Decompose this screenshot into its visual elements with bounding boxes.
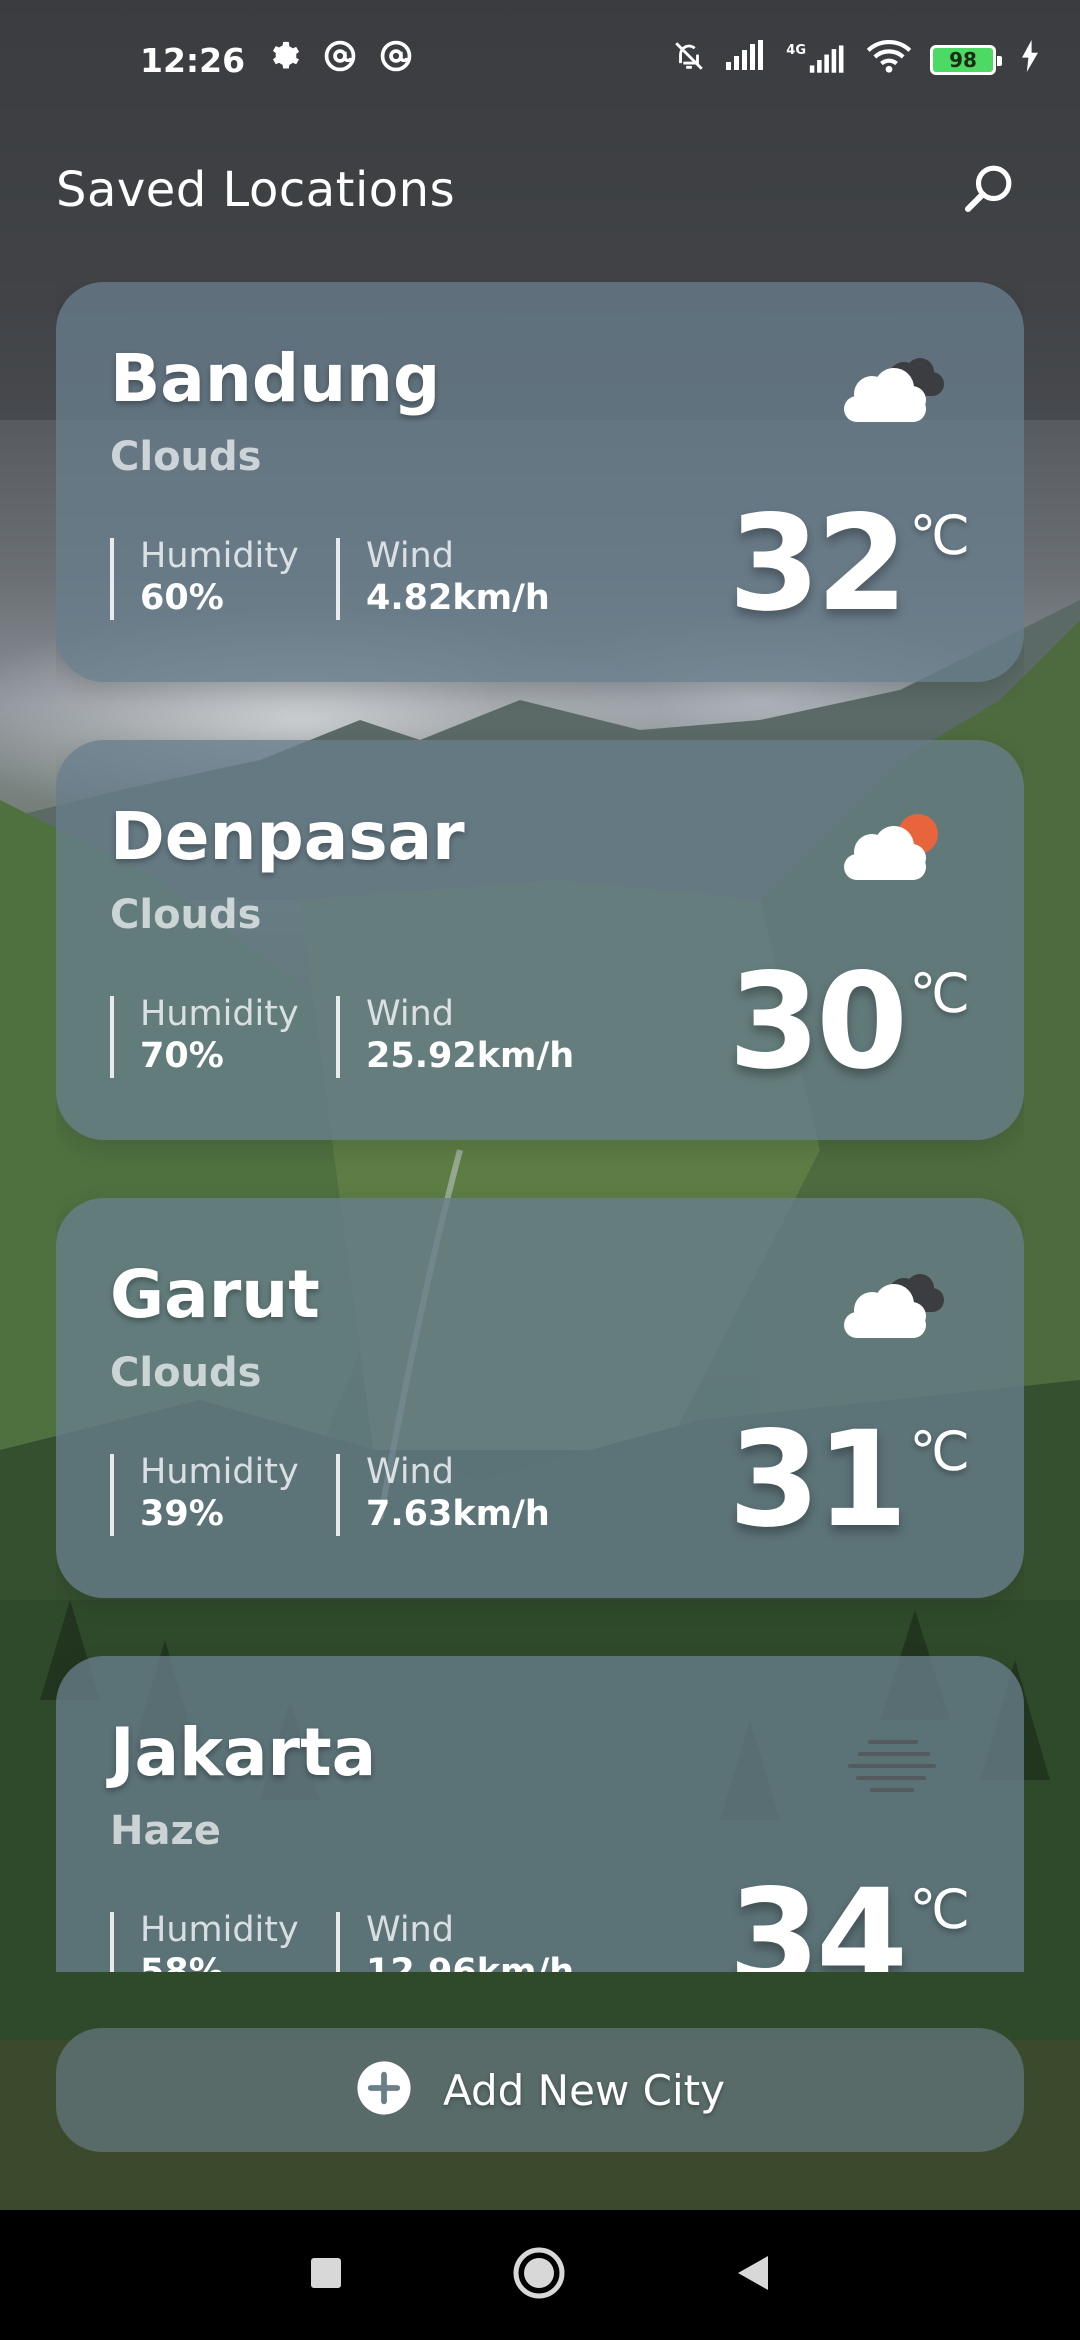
page-header: Saved Locations bbox=[56, 150, 1024, 230]
bell-off-icon bbox=[672, 39, 706, 81]
wind-label: Wind bbox=[366, 536, 454, 576]
humidity-label: Humidity bbox=[140, 1452, 299, 1492]
system-nav-bar bbox=[0, 2210, 1080, 2340]
signal-icon bbox=[724, 40, 768, 80]
wind-stat: Wind 7.63km/h bbox=[336, 1452, 550, 1536]
city-name: Jakarta bbox=[110, 1714, 377, 1791]
wind-label: Wind bbox=[366, 1452, 454, 1492]
temperature-unit: ℃ bbox=[909, 504, 970, 567]
weather-condition: Clouds bbox=[110, 434, 262, 480]
network-type-label: 4G bbox=[786, 43, 806, 58]
temperature-value: 32 bbox=[728, 487, 908, 641]
city-name: Garut bbox=[110, 1256, 320, 1333]
status-bar: 12:26 4G 98 bbox=[0, 0, 1080, 120]
humidity-value: 60% bbox=[140, 578, 224, 618]
at-sign-icon bbox=[379, 39, 413, 81]
at-sign-icon bbox=[323, 39, 357, 81]
wind-value: 12.96km/h bbox=[366, 1952, 575, 1972]
weather-condition: Clouds bbox=[110, 1350, 262, 1396]
wifi-icon bbox=[866, 39, 912, 81]
saved-locations-list[interactable]: Bandung Clouds Humidity 60% Wind 4.82km/h 32 ℃ D… bbox=[56, 282, 1024, 1972]
wind-value: 7.63km/h bbox=[366, 1494, 550, 1534]
status-time: 12:26 bbox=[140, 40, 246, 80]
wind-label: Wind bbox=[366, 1910, 454, 1950]
add-new-city-label: Add New City bbox=[443, 2065, 725, 2115]
recents-icon[interactable] bbox=[310, 2257, 342, 2293]
location-card[interactable]: Denpasar Clouds Humidity 70% Wind 25.92km/h 30… bbox=[56, 740, 1024, 1140]
temperature-value: 31 bbox=[728, 1403, 908, 1557]
city-name: Denpasar bbox=[110, 798, 465, 875]
charging-icon bbox=[1020, 40, 1040, 80]
humidity-label: Humidity bbox=[140, 1910, 299, 1950]
temperature-unit: ℃ bbox=[909, 962, 970, 1025]
clouds-icon bbox=[832, 1264, 952, 1348]
city-name: Bandung bbox=[110, 340, 441, 417]
wind-stat: Wind 12.96km/h bbox=[336, 1910, 575, 1972]
humidity-value: 70% bbox=[140, 1036, 224, 1076]
clouds-icon bbox=[832, 348, 952, 432]
humidity-stat: Humidity 60% bbox=[110, 536, 299, 620]
plus-circle-icon bbox=[355, 2059, 413, 2121]
temperature-value: 30 bbox=[728, 945, 908, 1099]
temperature-unit: ℃ bbox=[909, 1420, 970, 1483]
home-icon[interactable] bbox=[512, 2246, 566, 2304]
add-new-city-button[interactable]: Add New City bbox=[56, 2028, 1024, 2152]
humidity-stat: Humidity 39% bbox=[110, 1452, 299, 1536]
search-icon bbox=[961, 160, 1017, 220]
haze-icon bbox=[832, 1722, 952, 1806]
location-card[interactable]: Garut Clouds Humidity 39% Wind 7.63km/h 31 ℃ bbox=[56, 1198, 1024, 1598]
wind-stat: Wind 4.82km/h bbox=[336, 536, 550, 620]
location-card[interactable]: Jakarta Haze Humidity 58% Wind 12.96km/h 34 ℃ bbox=[56, 1656, 1024, 1972]
temperature-value: 34 bbox=[728, 1861, 908, 1972]
weather-condition: Clouds bbox=[110, 892, 262, 938]
weather-condition: Haze bbox=[110, 1808, 221, 1854]
location-card[interactable]: Bandung Clouds Humidity 60% Wind 4.82km/h 32 ℃ bbox=[56, 282, 1024, 682]
temperature-unit: ℃ bbox=[909, 1878, 970, 1941]
back-icon[interactable] bbox=[736, 2254, 770, 2296]
humidity-stat: Humidity 70% bbox=[110, 994, 299, 1078]
humidity-label: Humidity bbox=[140, 994, 299, 1034]
wind-stat: Wind 25.92km/h bbox=[336, 994, 575, 1078]
gear-icon bbox=[267, 39, 301, 81]
humidity-value: 58% bbox=[140, 1952, 224, 1972]
wind-value: 25.92km/h bbox=[366, 1036, 575, 1076]
battery-icon: 98 bbox=[930, 45, 1002, 75]
humidity-stat: Humidity 58% bbox=[110, 1910, 299, 1972]
page-title: Saved Locations bbox=[56, 162, 456, 218]
battery-level: 98 bbox=[949, 48, 977, 72]
humidity-value: 39% bbox=[140, 1494, 224, 1534]
search-button[interactable] bbox=[954, 155, 1024, 225]
wind-value: 4.82km/h bbox=[366, 578, 550, 618]
signal-4g-icon: 4G bbox=[786, 44, 848, 76]
humidity-label: Humidity bbox=[140, 536, 299, 576]
wind-label: Wind bbox=[366, 994, 454, 1034]
partly-cloudy-icon bbox=[832, 806, 952, 890]
